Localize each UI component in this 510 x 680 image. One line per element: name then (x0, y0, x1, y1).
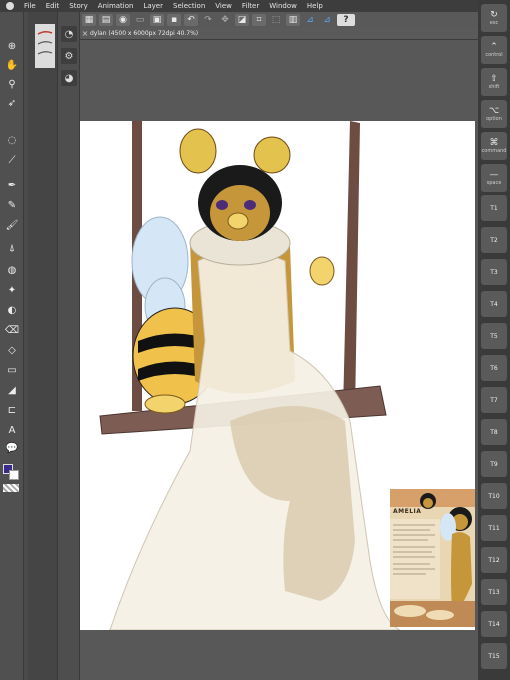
undo-icon[interactable]: ↶ (184, 14, 198, 26)
app-window: File Edit Story Animation Layer Selectio… (0, 0, 510, 680)
menu-help[interactable]: Help (307, 2, 323, 10)
reference-title: AMELIA (393, 508, 422, 515)
command-key[interactable]: ⌘ command (481, 132, 507, 160)
menu-filter[interactable]: Filter (242, 2, 259, 10)
menu-story[interactable]: Story (69, 2, 88, 10)
brush-strokes-icon (37, 30, 53, 55)
transparent-color-swatch[interactable] (3, 484, 19, 492)
menu-file[interactable]: File (24, 2, 36, 10)
menu-layer[interactable]: Layer (143, 2, 163, 10)
option-key[interactable]: ⌥ option (481, 100, 507, 128)
new-icon[interactable]: ▭ (133, 14, 147, 26)
text-icon[interactable]: A (3, 422, 21, 438)
eraser-icon[interactable]: ⌫ (3, 322, 21, 338)
balloon-icon[interactable]: 💬 (3, 440, 21, 456)
decoration-icon[interactable]: ✦ (3, 282, 21, 298)
shortcut-t13[interactable]: T13 (481, 579, 507, 605)
shortcut-t1[interactable]: T1 (481, 195, 507, 221)
preview-icon[interactable]: ◉ (116, 14, 130, 26)
save-icon[interactable]: ▪ (167, 14, 181, 26)
shortcut-t12[interactable]: T12 (481, 547, 507, 573)
app-logo-icon[interactable] (6, 2, 14, 10)
shortcut-t4[interactable]: T4 (481, 291, 507, 317)
palette-icon[interactable]: ◕ (61, 70, 77, 86)
space-icon: — (489, 169, 499, 180)
menu-selection[interactable]: Selection (173, 2, 205, 10)
shortcut-t2[interactable]: T2 (481, 227, 507, 253)
menu-animation[interactable]: Animation (98, 2, 134, 10)
blend-icon[interactable]: ◐ (3, 302, 21, 318)
lasso-icon[interactable]: ◌ (3, 132, 21, 148)
hand-icon[interactable]: ✋ (3, 57, 21, 73)
rotate-icon: ↻ (490, 9, 498, 20)
fill-icon[interactable]: ◪ (235, 14, 249, 26)
shortcut-t5[interactable]: T5 (481, 323, 507, 349)
command-icon: ⌘ (489, 137, 499, 148)
zoom-icon[interactable]: ⊕ (3, 38, 21, 54)
space-key[interactable]: — space (481, 164, 507, 192)
subtool-panel (28, 12, 58, 680)
document-title: dylan (4500 x 6000px 72dpi 40.7%) (90, 30, 199, 37)
shortcut-t11[interactable]: T11 (481, 515, 507, 541)
layer-icon[interactable]: ◔ (61, 26, 77, 42)
shift-key[interactable]: ⇧ shift (481, 68, 507, 96)
antenna-left (179, 128, 217, 174)
hand-right (309, 256, 335, 286)
frame-icon[interactable]: ⊏ (3, 402, 21, 418)
menu-window[interactable]: Window (269, 2, 297, 10)
crop-icon[interactable]: ⌗ (252, 14, 266, 26)
open-icon[interactable]: ▣ (150, 14, 164, 26)
control-key[interactable]: ⌃ control (481, 36, 507, 64)
shortcut-sidebar: ↻ esc ⌃ control ⇧ shift ⌥ option ⌘ comma… (478, 0, 510, 680)
swing-rope-right (343, 121, 360, 411)
pencil-icon[interactable]: ✎ (3, 197, 21, 213)
hand-left (144, 394, 186, 414)
menu-view[interactable]: View (215, 2, 232, 10)
snap-alt-icon[interactable]: ⊿ (320, 14, 334, 26)
control-icon: ⌃ (490, 41, 498, 52)
shortcut-t6[interactable]: T6 (481, 355, 507, 381)
side-panel: ◔ ⚙ ◕ (58, 12, 80, 680)
brush-preview[interactable] (35, 24, 55, 68)
command-bar: ▦ ▤ ◉ ▭ ▣ ▪ ↶ ↷ ✥ ◪ ⌗ ⬚ ▥ ⊿ ⊿ ? (80, 12, 478, 28)
shortcut-t8[interactable]: T8 (481, 419, 507, 445)
ruler-icon[interactable]: ▥ (286, 14, 300, 26)
layout-icon[interactable]: ▤ (99, 14, 113, 26)
shortcut-t10[interactable]: T10 (481, 483, 507, 509)
shortcut-t3[interactable]: T3 (481, 259, 507, 285)
shift-icon: ⇧ (490, 73, 498, 84)
airbrush-icon[interactable]: ⍋ (3, 240, 21, 256)
eyedropper-icon[interactable]: ⟋ (3, 152, 21, 168)
transform-icon[interactable]: ✥ (218, 14, 232, 26)
brush-icon[interactable]: 🖌 (3, 217, 21, 233)
close-icon[interactable]: × (80, 29, 90, 38)
shortcut-t15[interactable]: T15 (481, 643, 507, 669)
grid-icon[interactable]: ▦ (82, 14, 96, 26)
shortcut-t14[interactable]: T14 (481, 611, 507, 637)
menu-edit[interactable]: Edit (46, 2, 60, 10)
shape-icon[interactable]: ◇ (3, 342, 21, 358)
shortcut-t9[interactable]: T9 (481, 451, 507, 477)
redo-icon[interactable]: ↷ (201, 14, 215, 26)
help-icon[interactable]: ? (337, 14, 355, 26)
snap-icon[interactable]: ⊿ (303, 14, 317, 26)
menu-bar: File Edit Story Animation Layer Selectio… (0, 0, 478, 12)
select-icon[interactable]: ⬚ (269, 14, 283, 26)
move-icon[interactable]: ➶ (3, 95, 21, 111)
pen-icon[interactable]: ✒ (3, 177, 21, 193)
tool-palette: ⊕ ✋ ⚲ ➶ ◌ ⟋ ✒ ✎ 🖌 ⍋ ◍ ✦ ◐ ⌫ ◇ ▭ ◢ ⊏ A 💬 (0, 12, 24, 680)
esc-key[interactable]: ↻ esc (481, 4, 507, 32)
search-icon[interactable]: ⚲ (3, 76, 21, 92)
sub-color-swatch[interactable] (9, 470, 19, 480)
muzzle (227, 212, 249, 230)
document-tab[interactable]: × dylan (4500 x 6000px 72dpi 40.7%) (80, 28, 478, 40)
option-icon: ⌥ (488, 105, 500, 116)
gradient-icon[interactable]: ◢ (3, 382, 21, 398)
reference-sheet: AMELIA (390, 489, 475, 627)
rectangle-icon[interactable]: ▭ (3, 362, 21, 378)
fill-bucket-icon[interactable]: ◍ (3, 262, 21, 278)
antenna-right (253, 136, 291, 174)
settings-icon[interactable]: ⚙ (61, 48, 77, 64)
shortcut-t7[interactable]: T7 (481, 387, 507, 413)
